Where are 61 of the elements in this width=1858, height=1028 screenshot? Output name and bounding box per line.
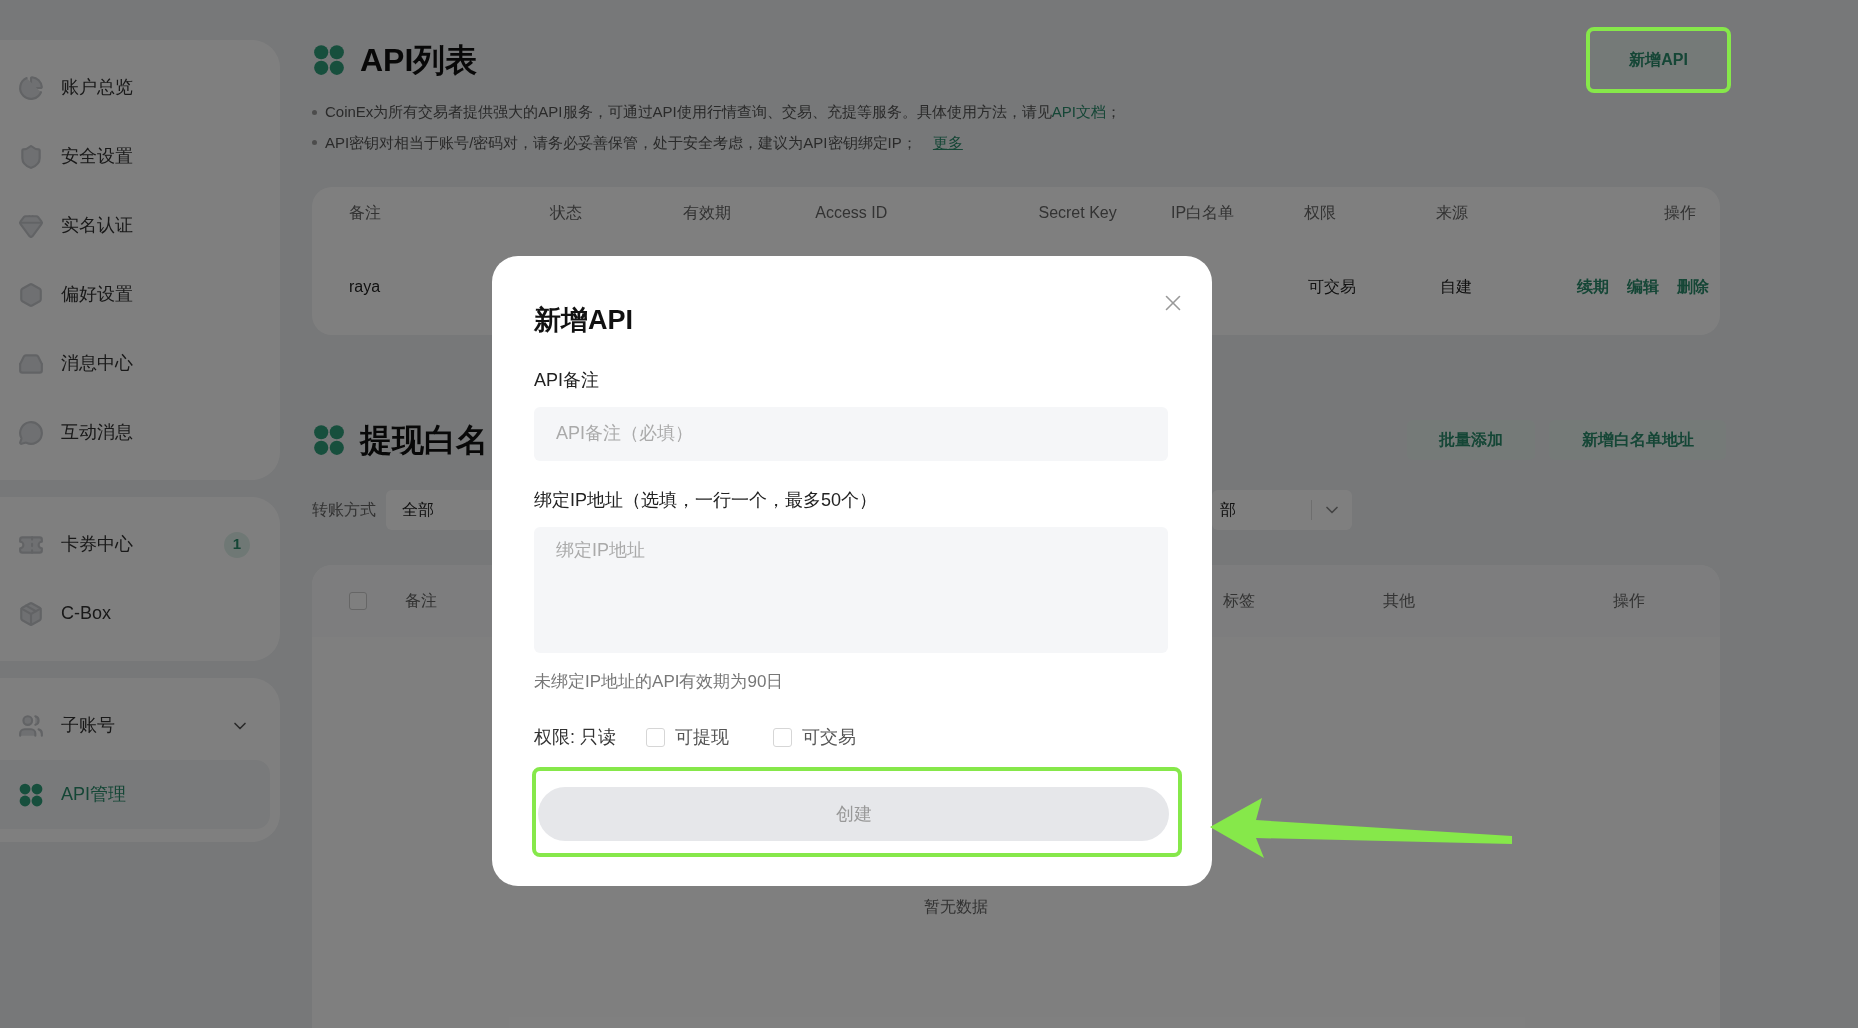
bullet-icon	[312, 109, 317, 115]
api-note-field[interactable]: API备注（必填）	[534, 406, 1168, 461]
empty-state-text: 暂无数据	[924, 896, 988, 917]
column-header: 来源	[1436, 203, 1469, 224]
column-header: IP白名单	[1170, 203, 1236, 224]
dots-icon	[312, 42, 346, 77]
dots-icon	[18, 781, 44, 808]
sidebar-item[interactable]: 安全设置	[0, 122, 270, 191]
permission-label: 权限: 只读	[534, 726, 616, 749]
sidebar-item[interactable]: 消息中心	[0, 329, 270, 398]
sidebar-item[interactable]: 实名认证	[0, 191, 270, 260]
column-header: 操作	[1613, 590, 1645, 611]
chat-bubble-icon	[18, 419, 44, 446]
pie-chart-icon	[18, 74, 44, 101]
sidebar-item[interactable]: 卡券中心 1	[0, 510, 270, 579]
action-link[interactable]: 续期	[1577, 275, 1609, 299]
ip-address-field[interactable]: 绑定IP地址	[534, 526, 1168, 653]
hexagon-icon	[18, 281, 44, 308]
column-header: 权限	[1304, 203, 1338, 224]
validity-hint: 未绑定IP地址的API有效期为90日	[534, 670, 785, 693]
section-title: 提现白名	[360, 420, 488, 460]
page-title: API列表	[360, 40, 478, 80]
sidebar-item[interactable]: 账户总览	[0, 53, 270, 122]
column-header: Secret Key	[1038, 203, 1118, 224]
gem-icon	[18, 212, 44, 239]
package-icon	[18, 600, 44, 627]
column-header: 备注	[405, 590, 438, 611]
note-text: CoinEx为所有交易者提供强大的API服务，可通过API使用行情查询、交易、充提等服务。具体使用方法，请见API文档；	[325, 102, 1121, 123]
note-text: API密钥对相当于账号/密码对，请务必妥善保管，处于安全考虑，建议为API密钥绑定IP； 更多	[325, 132, 963, 153]
column-header: 备注	[349, 203, 382, 224]
count-badge: 1	[224, 531, 250, 558]
doc-link[interactable]: API文档	[1051, 103, 1106, 121]
sidebar-item[interactable]: 子账号	[0, 691, 270, 760]
action-link[interactable]: 编辑	[1627, 275, 1659, 299]
users-icon	[18, 712, 44, 739]
action-link[interactable]: 删除	[1677, 275, 1709, 299]
doc-link[interactable]: 更多	[932, 133, 963, 151]
table-cell-text: raya	[349, 277, 382, 297]
filter-label: 转账方式	[312, 499, 377, 520]
dots-icon	[312, 422, 346, 457]
sidebar-item[interactable]: API管理	[0, 760, 270, 829]
column-header: 状态	[550, 203, 584, 224]
field-label: API备注	[534, 368, 600, 392]
permission-checkbox[interactable]: 可交易	[773, 724, 856, 751]
sidebar-item[interactable]: 互动消息	[0, 398, 270, 467]
sidebar-item[interactable]: C-Box	[0, 579, 270, 648]
column-header: 其他	[1383, 590, 1416, 611]
select-all-checkbox[interactable]	[349, 591, 367, 610]
dialog-title: 新增API	[534, 304, 633, 337]
table-cell-text: 可交易	[1308, 277, 1357, 297]
shield-icon	[18, 143, 44, 170]
column-header: 操作	[1663, 203, 1697, 224]
filter-select[interactable]: 部	[1212, 489, 1352, 530]
table-cell-text: 自建	[1440, 277, 1473, 297]
column-header: 有效期	[682, 203, 732, 224]
field-label: 绑定IP地址（选填，一行一个，最多50个）	[534, 488, 879, 512]
permission-checkbox[interactable]: 可提现	[646, 724, 729, 751]
bullet-icon	[312, 140, 317, 146]
sidebar-item[interactable]: 偏好设置	[0, 260, 270, 329]
column-header: 标签	[1223, 590, 1256, 611]
column-header: Access ID	[815, 203, 889, 224]
